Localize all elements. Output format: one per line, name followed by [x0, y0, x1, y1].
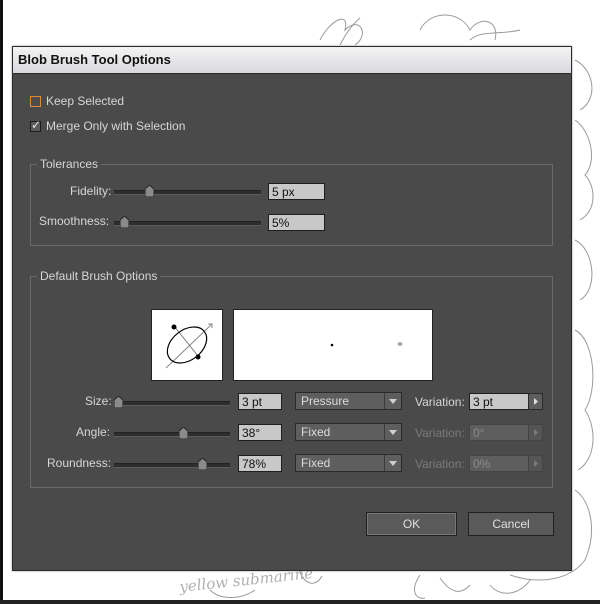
dialog-title: Blob Brush Tool Options: [18, 52, 171, 67]
ok-button[interactable]: OK: [366, 512, 457, 536]
chevron-down-icon: [384, 393, 401, 409]
size-mode-dropdown[interactable]: Pressure: [295, 392, 402, 410]
roundness-label: Roundness:: [47, 456, 112, 470]
tolerances-group: [30, 164, 553, 246]
smoothness-slider-track[interactable]: [114, 221, 261, 226]
size-input[interactable]: 3 pt: [238, 393, 282, 410]
angle-variation-label: Variation:: [415, 426, 465, 440]
triangle-right-icon: [534, 460, 538, 467]
smoothness-label: Smoothness:: [39, 214, 110, 228]
size-variation-input[interactable]: 3 pt: [469, 393, 529, 410]
smoothness-slider-thumb[interactable]: [120, 216, 129, 228]
brush-stroke-preview: [233, 309, 433, 381]
angle-slider-thumb[interactable]: [179, 427, 188, 439]
angle-variation-input: 0°: [469, 424, 529, 441]
brush-ellipse-icon: [165, 323, 213, 369]
chevron-down-icon: [384, 455, 401, 471]
smoothness-input[interactable]: 5%: [268, 214, 325, 231]
checkmark-icon: ✓: [31, 118, 42, 132]
roundness-variation-label: Variation:: [415, 457, 465, 471]
keep-selected-label: Keep Selected: [46, 94, 125, 108]
roundness-slider-thumb[interactable]: [198, 458, 207, 470]
chevron-down-icon: [384, 424, 401, 440]
roundness-variation-arrow-button: [528, 455, 543, 472]
angle-label: Angle:: [76, 425, 111, 439]
roundness-slider-track[interactable]: [114, 463, 230, 468]
angle-mode-dropdown[interactable]: Fixed: [295, 423, 402, 441]
angle-mode-value: Fixed: [301, 425, 331, 439]
size-slider-track[interactable]: [114, 401, 230, 406]
roundness-variation-input: 0%: [469, 455, 529, 472]
roundness-mode-value: Fixed: [301, 456, 331, 470]
merge-only-checkbox[interactable]: ✓: [30, 118, 42, 132]
title-bar[interactable]: Blob Brush Tool Options: [13, 47, 571, 74]
size-variation-arrow-button[interactable]: [528, 393, 543, 410]
roundness-mode-dropdown[interactable]: Fixed: [295, 454, 402, 472]
size-variation-label: Variation:: [415, 395, 465, 409]
cancel-button[interactable]: Cancel: [468, 512, 554, 536]
size-slider-thumb[interactable]: [114, 396, 123, 408]
angle-input[interactable]: 38°: [238, 424, 282, 441]
triangle-right-icon: [534, 398, 538, 405]
angle-slider-track[interactable]: [114, 432, 230, 437]
stroke-preview-dots: [330, 342, 403, 347]
brush-shape-preview[interactable]: [151, 309, 223, 381]
blob-brush-dialog: Blob Brush Tool Options Keep Selected ✓ …: [12, 46, 572, 571]
keep-selected-checkbox[interactable]: [30, 96, 41, 107]
merge-only-label: Merge Only with Selection: [46, 119, 186, 133]
fidelity-label: Fidelity:: [70, 184, 112, 198]
triangle-right-icon: [534, 429, 538, 436]
tolerances-legend: Tolerances: [37, 157, 102, 171]
size-mode-value: Pressure: [301, 394, 350, 408]
fidelity-slider-track[interactable]: [114, 190, 261, 195]
roundness-input[interactable]: 78%: [238, 455, 282, 472]
angle-variation-arrow-button: [528, 424, 543, 441]
fidelity-input[interactable]: 5 px: [268, 183, 325, 200]
fidelity-slider-thumb[interactable]: [145, 185, 154, 197]
size-label: Size:: [85, 394, 112, 408]
brush-options-legend: Default Brush Options: [37, 269, 161, 283]
